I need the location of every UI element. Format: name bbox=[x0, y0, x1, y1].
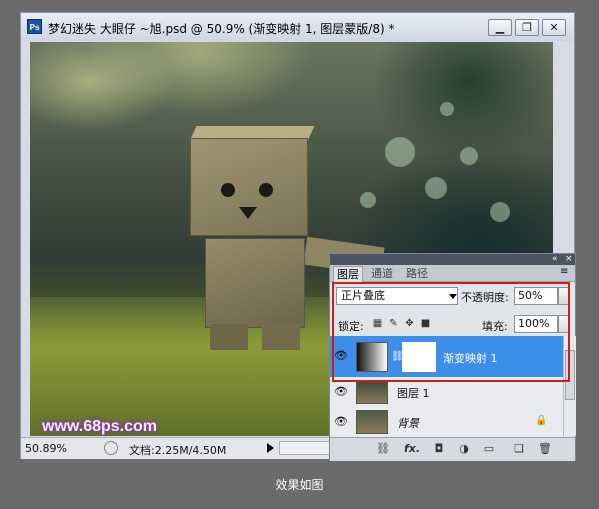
bokeh-light bbox=[490, 202, 510, 222]
status-menu-arrow-icon[interactable] bbox=[267, 443, 274, 453]
new-layer-icon[interactable]: ❏ bbox=[512, 442, 526, 456]
panel-tabs: 图层 通道 路径 ≡ bbox=[330, 265, 575, 282]
document-size: 文档:2.25M/4.50M bbox=[129, 444, 227, 457]
visibility-eye-icon[interactable]: 👁 bbox=[332, 413, 350, 431]
image-caption: 效果如图 bbox=[275, 478, 324, 492]
document-title: 梦幻迷失 大眼仔 ~旭.psd @ 50.9% (渐变映射 1, 图层蒙版/8)… bbox=[48, 22, 395, 36]
zoom-level[interactable]: 50.89% bbox=[25, 442, 67, 455]
panel-header-bar[interactable]: « × bbox=[330, 254, 575, 265]
annotation-highlight-box bbox=[332, 282, 570, 382]
collapse-icon[interactable]: « bbox=[552, 254, 558, 265]
bokeh-light bbox=[460, 147, 478, 165]
danbo-body bbox=[205, 238, 305, 328]
danbo-leg bbox=[210, 324, 248, 350]
trash-icon[interactable]: 🗑 bbox=[538, 442, 552, 456]
panel-menu-icon[interactable]: ≡ bbox=[560, 266, 568, 277]
layer-name: 背景 bbox=[397, 417, 419, 430]
title-bar[interactable]: Ps 梦幻迷失 大眼仔 ~旭.psd @ 50.9% (渐变映射 1, 图层蒙版… bbox=[21, 13, 574, 41]
tab-layers[interactable]: 图层 bbox=[333, 266, 363, 282]
bokeh-light bbox=[425, 177, 447, 199]
photoshop-icon: Ps bbox=[27, 19, 42, 34]
lock-icon: 🔒 bbox=[535, 415, 548, 426]
layer-thumbnail[interactable] bbox=[356, 410, 388, 434]
panel-bottom-toolbar: ⛓ fx. ◘ ◑ ▭ ❏ 🗑 bbox=[330, 437, 575, 461]
status-icon[interactable] bbox=[104, 441, 118, 455]
tab-paths[interactable]: 路径 bbox=[403, 266, 431, 281]
danbo-eye bbox=[259, 183, 273, 197]
close-button[interactable]: ✕ bbox=[542, 19, 566, 36]
layer-thumbnail[interactable] bbox=[356, 380, 388, 404]
bokeh-light bbox=[360, 192, 376, 208]
tab-channels[interactable]: 通道 bbox=[368, 266, 396, 281]
add-mask-icon[interactable]: ◘ bbox=[432, 442, 446, 456]
adjustment-layer-icon[interactable]: ◑ bbox=[457, 442, 471, 456]
close-panel-icon[interactable]: × bbox=[565, 254, 573, 265]
fx-icon[interactable]: fx. bbox=[402, 442, 422, 456]
watermark-text: www.68ps.com bbox=[42, 418, 157, 435]
layer-name: 图层 1 bbox=[397, 387, 430, 400]
link-layers-icon[interactable]: ⛓ bbox=[376, 442, 390, 456]
minimize-button[interactable]: ▁ bbox=[488, 19, 512, 36]
danbo-mouth bbox=[239, 207, 257, 219]
danbo-leg bbox=[262, 324, 300, 350]
bokeh-light bbox=[385, 137, 415, 167]
visibility-eye-icon[interactable]: 👁 bbox=[332, 383, 350, 401]
new-group-icon[interactable]: ▭ bbox=[482, 442, 496, 456]
danbo-eye bbox=[221, 183, 235, 197]
layer-row[interactable]: 👁 背景 🔒 bbox=[330, 407, 563, 438]
bokeh-light bbox=[440, 102, 454, 116]
restore-button[interactable]: ❐ bbox=[515, 19, 539, 36]
danbo-head bbox=[190, 138, 308, 236]
